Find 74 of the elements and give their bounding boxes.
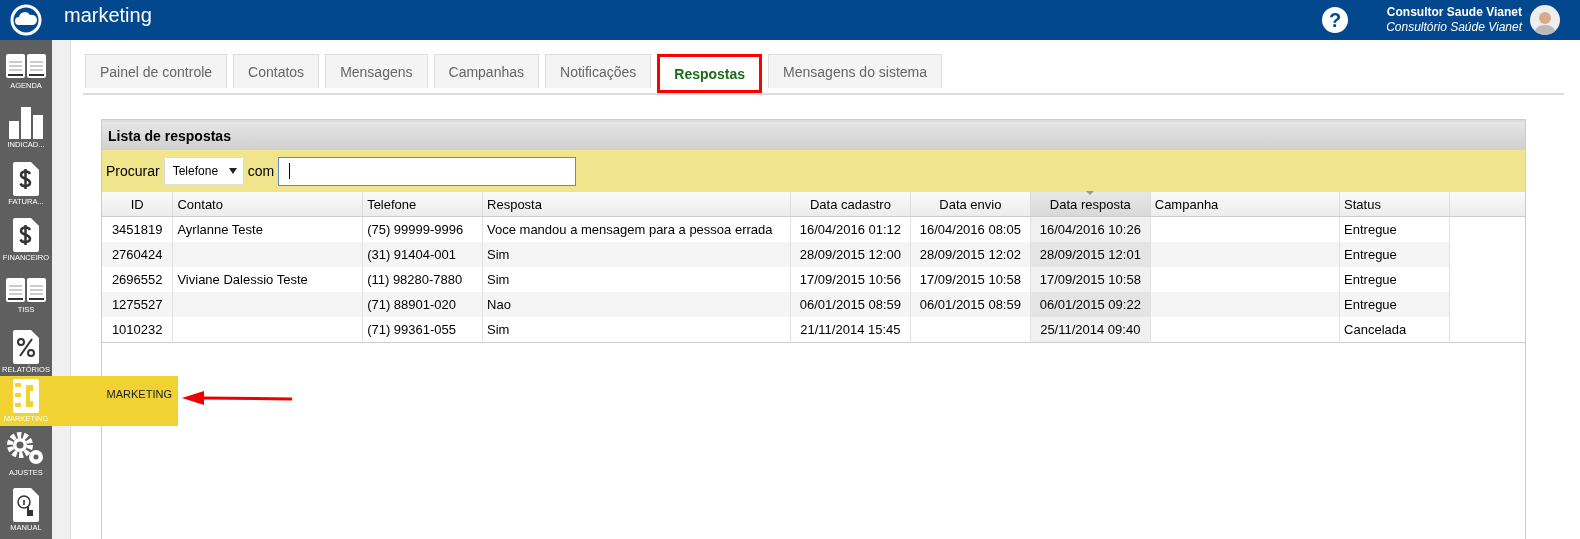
table-cell: Viviane Dalessio Teste xyxy=(172,267,363,292)
clinic-name: Consultório Saúde Vianet xyxy=(1386,20,1522,35)
table-cell: Entregue xyxy=(1339,242,1450,267)
phone-document-icon xyxy=(13,379,39,413)
column-header[interactable]: Resposta xyxy=(482,192,791,217)
calendar-icon xyxy=(6,278,46,304)
table-cell: (11) 98280-7880 xyxy=(362,267,483,292)
table-cell: 21/11/2014 15:45 xyxy=(790,317,911,343)
gears-icon xyxy=(6,431,46,467)
table-cell: 17/09/2015 10:56 xyxy=(790,267,911,292)
table-cell: 16/04/2016 10:26 xyxy=(1030,216,1151,242)
column-header[interactable]: Data resposta xyxy=(1030,192,1151,217)
table-cell: 06/01/2015 08:59 xyxy=(910,292,1031,317)
table-cell: Voce mandou a mensagem para a pessoa errada xyxy=(482,216,791,242)
table-cell: 17/09/2015 10:58 xyxy=(910,267,1031,292)
table-cell: Sim xyxy=(482,242,791,267)
tab[interactable]: Respostas xyxy=(657,54,763,93)
page-title: marketing xyxy=(64,3,153,27)
table-cell: 06/01/2015 08:59 xyxy=(790,292,911,317)
table-cell: (31) 91404-001 xyxy=(362,242,483,267)
search-field[interactable] xyxy=(278,156,577,186)
tab[interactable]: Mensagens xyxy=(325,54,428,88)
table-cell: 2760424 xyxy=(102,242,173,267)
column-header[interactable]: Data cadastro xyxy=(790,192,911,217)
caret-icon xyxy=(228,168,237,174)
column-header[interactable]: Status xyxy=(1339,192,1450,217)
table-cell: Sim xyxy=(482,267,791,292)
table-cell: 28/09/2015 12:02 xyxy=(910,242,1031,267)
table-cell: 1010232 xyxy=(102,317,173,343)
tab[interactable]: Campanhas xyxy=(433,54,539,88)
column-header[interactable]: ID xyxy=(102,192,173,217)
table-cell: 2696552 xyxy=(102,267,173,292)
column-header[interactable]: Contato xyxy=(172,192,363,217)
calendar-icon xyxy=(6,54,46,80)
panel-title: Lista de respostas xyxy=(102,120,1525,150)
percent-document-icon xyxy=(13,330,39,364)
dollar-document-icon xyxy=(13,218,39,252)
table-cell: Ayrlanne Teste xyxy=(172,216,363,242)
table-cell: Entregue xyxy=(1339,216,1450,242)
table-cell: (75) 99999-9996 xyxy=(362,216,483,242)
cloud-logo-icon xyxy=(10,4,42,36)
table-cell: (71) 88901-020 xyxy=(362,292,483,317)
table-cell: Nao xyxy=(482,292,791,317)
tab[interactable]: Notificações xyxy=(545,54,652,88)
user-avatar[interactable] xyxy=(1530,5,1560,35)
table-cell: 16/04/2016 01:12 xyxy=(790,216,911,242)
column-header[interactable]: Data envio xyxy=(910,192,1031,217)
search-joiner: com xyxy=(247,163,275,179)
field-dropdown[interactable]: Telefone xyxy=(163,157,244,185)
tab[interactable]: Painel de controle xyxy=(85,54,228,88)
table-cell: 28/09/2015 12:00 xyxy=(790,242,911,267)
search-label: Procurar xyxy=(106,163,160,179)
help-button[interactable]: ? xyxy=(1322,7,1349,33)
table-cell: 1275527 xyxy=(102,292,173,317)
table-cell: 06/01/2015 09:22 xyxy=(1030,292,1151,317)
info-document-icon xyxy=(13,488,39,522)
table-cell: Entregue xyxy=(1339,267,1450,292)
table-cell: 17/09/2015 10:58 xyxy=(1030,267,1151,292)
table-cell: 3451819 xyxy=(102,216,173,242)
table-cell: (71) 99361-055 xyxy=(362,317,483,343)
bar-chart-icon xyxy=(9,107,43,139)
table-cell: Cancelada xyxy=(1339,317,1450,343)
tab[interactable]: Mensagens do sistema xyxy=(768,54,943,88)
table-cell: 25/11/2014 09:40 xyxy=(1030,317,1151,343)
flyout-label: MARKETING xyxy=(106,388,172,400)
user-name: Consultor Saude Vianet xyxy=(1386,5,1522,20)
table-cell: Entregue xyxy=(1339,292,1450,317)
dollar-document-icon xyxy=(13,162,39,196)
table-cell: 16/04/2016 08:05 xyxy=(910,216,1031,242)
tab[interactable]: Contatos xyxy=(233,54,320,88)
table-cell: Sim xyxy=(482,317,791,343)
table-cell: 28/09/2015 12:01 xyxy=(1030,242,1151,267)
column-header[interactable]: Telefone xyxy=(362,192,483,217)
column-header[interactable]: Campanha xyxy=(1150,192,1340,217)
